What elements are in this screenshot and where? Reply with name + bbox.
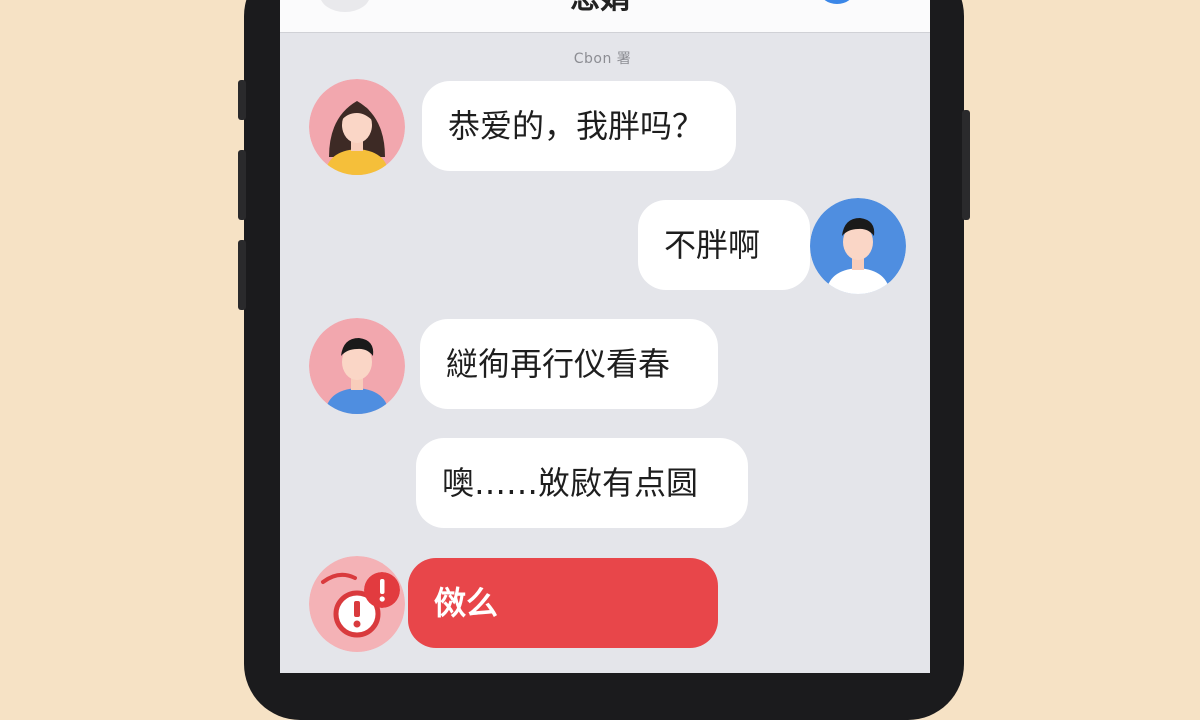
back-button[interactable] bbox=[320, 0, 370, 12]
message-bubble-received[interactable]: 縌徇再行仪看春 bbox=[420, 319, 718, 409]
chat-screen: 恩娟 Cbon 署 恭爱的，我胖吗？ 不胖啊 bbox=[280, 0, 930, 673]
warning-message-bubble[interactable]: 傚么 bbox=[408, 558, 718, 648]
info-icon[interactable] bbox=[820, 0, 854, 4]
phone-volume-up-button bbox=[238, 150, 246, 220]
chat-header: 恩娟 bbox=[280, 0, 930, 33]
message-bubble-sent[interactable]: 不胖啊 bbox=[638, 200, 810, 290]
phone-power-button bbox=[962, 110, 970, 220]
chat-timestamp: Cbon 署 bbox=[573, 51, 632, 67]
girlfriend-avatar[interactable] bbox=[309, 79, 405, 175]
boyfriend-avatar[interactable] bbox=[810, 198, 906, 294]
phone-volume-down-button bbox=[238, 240, 246, 310]
man-avatar[interactable] bbox=[309, 318, 405, 414]
message-bubble-received[interactable]: 恭爱的，我胖吗？ bbox=[422, 81, 736, 171]
chat-title: 恩娟 bbox=[530, 0, 670, 16]
alert-badge-icon bbox=[364, 572, 400, 608]
phone-side-button bbox=[238, 80, 246, 120]
message-bubble-received[interactable]: 噢……敚敐有点圆 bbox=[416, 438, 748, 528]
